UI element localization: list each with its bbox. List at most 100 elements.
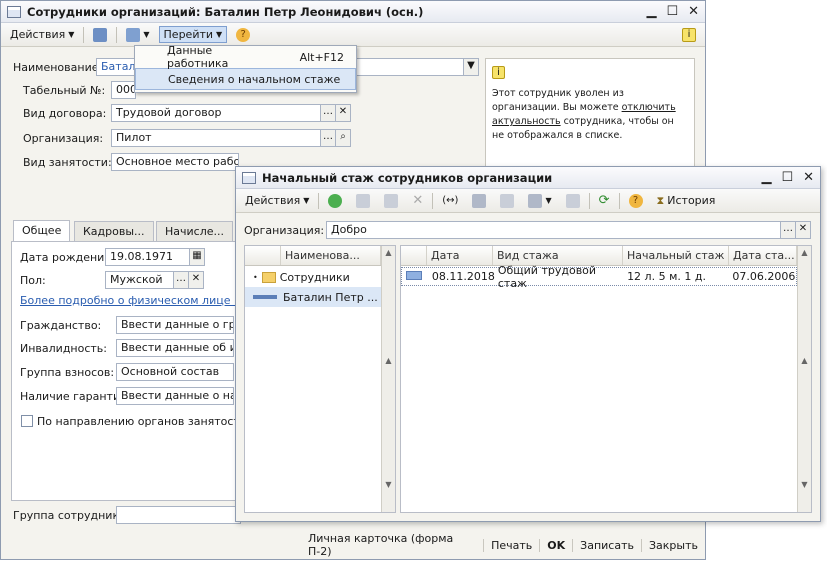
info-text: Этот сотрудник уволен из организации. Вы… bbox=[492, 88, 676, 141]
tree-item-folder[interactable]: • Сотрудники bbox=[245, 267, 381, 287]
disability-field[interactable]: Ввести данные об инв bbox=[116, 339, 234, 357]
sex-field[interactable]: Мужской bbox=[105, 271, 175, 289]
history-button[interactable]: ⧗ История bbox=[652, 192, 721, 210]
copy-icon[interactable] bbox=[351, 192, 375, 210]
disable-link[interactable]: отключить bbox=[622, 102, 676, 113]
refresh-icon[interactable]: ⟳ bbox=[594, 191, 615, 210]
table-icon bbox=[242, 171, 256, 184]
delete-icon[interactable]: ✕ bbox=[407, 191, 428, 210]
tab-general[interactable]: Общее bbox=[13, 220, 71, 242]
employment-label: Вид занятости: bbox=[23, 156, 112, 169]
filter-icon[interactable] bbox=[467, 192, 491, 210]
tab-personnel[interactable]: Кадровы... bbox=[74, 221, 154, 241]
actions-menu-button[interactable]: Действия ▼ bbox=[5, 26, 79, 43]
org-label: Организация: bbox=[23, 132, 104, 145]
add-icon[interactable] bbox=[323, 192, 347, 210]
maximize-icon[interactable]: ☐ bbox=[781, 170, 793, 185]
seniority-table: Дата Вид стажа Начальный стаж Дата ста..… bbox=[400, 245, 812, 513]
group-field[interactable] bbox=[116, 506, 241, 524]
table-scrollbar[interactable]: ▲ ▲ ▼ bbox=[797, 246, 811, 512]
employee-tree: Наименова... • Сотрудники Баталин Петр .… bbox=[244, 245, 396, 513]
col-initial[interactable]: Начальный стаж bbox=[623, 246, 729, 265]
contract-field[interactable]: Трудовой договор bbox=[111, 104, 321, 122]
goto-menu: Данные работника Alt+F12 Сведения о нача… bbox=[134, 44, 357, 93]
structure-icon[interactable]: ▼ bbox=[121, 26, 154, 44]
birth-label: Дата рождения: bbox=[20, 251, 115, 264]
seniority-toolbar: Действия ▼ ✕ (↔) ▼ ⟳ ? ⧗ История bbox=[236, 189, 820, 213]
name-dropdown-icon[interactable]: ▼ bbox=[463, 58, 479, 76]
citizenship-field[interactable]: Ввести данные о граж bbox=[116, 316, 234, 334]
clear-filter-icon[interactable] bbox=[561, 192, 585, 210]
contract-select-icon[interactable]: … bbox=[320, 104, 336, 122]
contract-label: Вид договора: bbox=[23, 107, 107, 120]
seniority-window-titlebar: Начальный стаж сотрудников организации ▁… bbox=[236, 167, 820, 189]
actuality-link[interactable]: актуальность bbox=[492, 116, 561, 127]
seniority-window: Начальный стаж сотрудников организации ▁… bbox=[235, 166, 821, 522]
tree-item-employee[interactable]: Баталин Петр ... bbox=[245, 287, 381, 307]
close-button[interactable]: Закрыть bbox=[641, 538, 705, 552]
org-search-icon[interactable]: ⌕ bbox=[335, 129, 351, 147]
record-icon bbox=[406, 271, 422, 280]
guarantees-field[interactable]: Ввести данные о нали bbox=[116, 387, 234, 405]
tree-header-name[interactable]: Наименова... bbox=[281, 246, 381, 265]
calendar-icon[interactable]: ▦ bbox=[189, 248, 205, 266]
employment-agency-checkbox[interactable] bbox=[21, 415, 33, 427]
sex-select-icon[interactable]: … bbox=[173, 271, 189, 289]
filter-list-icon[interactable]: ▼ bbox=[523, 192, 556, 210]
help-icon[interactable]: ? bbox=[231, 26, 255, 44]
minimize-icon[interactable]: ▁ bbox=[646, 4, 656, 19]
col-start[interactable]: Дата ста... bbox=[729, 246, 797, 265]
save-button[interactable]: Записать bbox=[572, 538, 641, 552]
org-filter-field[interactable]: Добро bbox=[326, 221, 782, 239]
name-label: Наименование: bbox=[13, 61, 103, 74]
window-title: Сотрудники организаций: Баталин Петр Лео… bbox=[27, 4, 424, 19]
menu-item-initial-seniority[interactable]: Сведения о начальном стаже bbox=[135, 68, 356, 90]
minimize-icon[interactable]: ▁ bbox=[761, 170, 771, 185]
ok-button[interactable]: OK bbox=[539, 538, 572, 552]
info-icon[interactable]: i bbox=[677, 26, 701, 44]
contrib-group-field[interactable]: Основной состав bbox=[116, 363, 234, 381]
org-filter-select-icon[interactable]: … bbox=[780, 221, 796, 239]
citizenship-label: Гражданство: bbox=[20, 319, 102, 332]
edit-icon[interactable] bbox=[379, 192, 403, 210]
org-field[interactable]: Пилот bbox=[111, 129, 321, 147]
seniority-window-title: Начальный стаж сотрудников организации bbox=[262, 170, 553, 185]
employment-agency-label: По направлению органов занятости bbox=[37, 415, 247, 428]
actions-menu-button[interactable]: Действия ▼ bbox=[240, 192, 314, 209]
tabnum-field[interactable]: 0000 bbox=[111, 81, 136, 99]
maximize-icon[interactable]: ☐ bbox=[666, 4, 678, 19]
contrib-group-label: Группа взносов: bbox=[20, 366, 115, 379]
group-label: Группа сотрудника: bbox=[13, 509, 130, 522]
col-kind[interactable]: Вид стажа bbox=[493, 246, 623, 265]
close-icon[interactable]: ✕ bbox=[688, 4, 699, 19]
col-date[interactable]: Дата bbox=[427, 246, 493, 265]
personal-card-button[interactable]: Личная карточка (форма П-2) bbox=[301, 532, 483, 558]
employee-icon bbox=[253, 295, 277, 299]
sex-clear-icon[interactable]: ✕ bbox=[188, 271, 204, 289]
window-icon bbox=[7, 5, 21, 18]
org-filter-clear-icon[interactable]: ✕ bbox=[795, 221, 811, 239]
goto-menu-button[interactable]: Перейти ▼ bbox=[158, 26, 228, 43]
birth-field[interactable]: 19.08.1971 bbox=[105, 248, 191, 266]
tab-accruals[interactable]: Начисле... bbox=[156, 221, 233, 241]
close-icon[interactable]: ✕ bbox=[803, 170, 814, 185]
person-details-link[interactable]: Более подробно о физическом лице Батал bbox=[20, 294, 268, 307]
tree-scrollbar[interactable]: ▲ ▲ ▼ bbox=[381, 246, 395, 512]
table-row[interactable]: 08.11.2018 Общий трудовой стаж 12 л. 5 м… bbox=[401, 264, 797, 290]
name-field-tail[interactable] bbox=[356, 58, 476, 76]
sex-label: Пол: bbox=[20, 274, 46, 287]
back-icon[interactable] bbox=[88, 26, 112, 44]
range-icon[interactable]: (↔) bbox=[437, 193, 463, 208]
employee-window-titlebar: Сотрудники организаций: Баталин Петр Лео… bbox=[1, 1, 705, 23]
name-field[interactable]: Батали bbox=[96, 58, 136, 76]
contract-clear-icon[interactable]: ✕ bbox=[335, 104, 351, 122]
org-filter-label: Организация: bbox=[244, 224, 325, 237]
org-select-icon[interactable]: … bbox=[320, 129, 336, 147]
menu-item-employee-data[interactable]: Данные работника Alt+F12 bbox=[135, 44, 356, 70]
help-icon[interactable]: ? bbox=[624, 192, 648, 210]
employment-field[interactable]: Основное место работы bbox=[111, 153, 239, 171]
tabnum-label: Табельный №: bbox=[23, 84, 106, 97]
print-button[interactable]: Печать bbox=[483, 538, 539, 552]
filter-selection-icon[interactable] bbox=[495, 192, 519, 210]
bottom-bar: Личная карточка (форма П-2) Печать OK За… bbox=[301, 532, 705, 558]
